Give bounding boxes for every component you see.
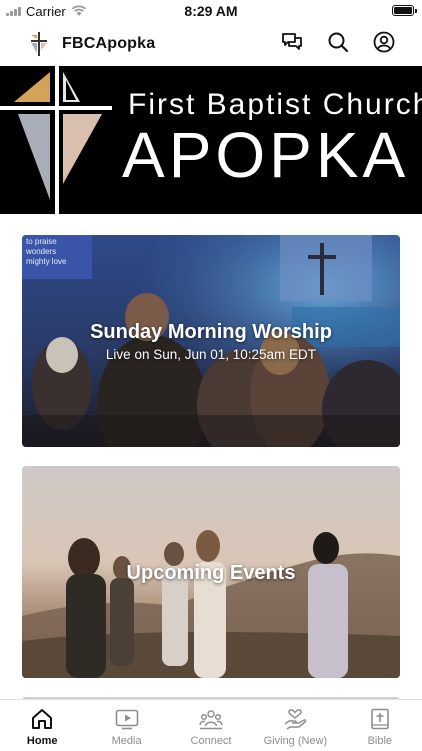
app-title: FBCApopka <box>62 35 156 52</box>
chat-button[interactable] <box>280 30 304 54</box>
tab-bar: Home Media Connect Giving (New) Bible <box>0 699 422 751</box>
banner-church-name: First Baptist Church <box>128 88 422 121</box>
worship-screen-text: to praise wonders mighty love <box>26 237 67 266</box>
search-icon <box>328 32 349 53</box>
events-card-text: Upcoming Events <box>22 562 400 585</box>
tab-connect[interactable]: Connect <box>169 700 253 751</box>
church-logo-icon[interactable] <box>28 31 50 57</box>
home-icon <box>32 709 53 729</box>
bible-icon <box>371 708 389 730</box>
tab-media-label: Media <box>111 735 142 747</box>
chat-icon <box>282 33 302 50</box>
tab-home[interactable]: Home <box>0 700 84 751</box>
app-header: FBCApopka <box>0 22 422 66</box>
tab-giving-label: Giving (New) <box>263 735 328 747</box>
profile-icon <box>373 31 395 53</box>
church-cross-logo-icon <box>0 66 112 214</box>
status-bar: Carrier 8:29 AM <box>0 0 422 22</box>
tab-media[interactable]: Media <box>84 700 168 751</box>
battery-icon <box>392 5 417 16</box>
tab-home-label: Home <box>26 735 58 747</box>
sunday-worship-card[interactable]: to praise wonders mighty love Sunday Mor… <box>22 235 400 447</box>
status-time: 8:29 AM <box>184 3 238 19</box>
events-card-title: Upcoming Events <box>126 562 296 584</box>
worship-card-subtitle: Live on Sun, Jun 01, 10:25am EDT <box>105 347 317 362</box>
banner-city-name: APOPKA <box>122 119 410 191</box>
worship-card-text: Sunday Morning Worship Live on Sun, Jun … <box>22 321 400 362</box>
profile-button[interactable] <box>372 30 396 54</box>
tab-connect-label: Connect <box>190 735 232 747</box>
tab-bible[interactable]: Bible <box>338 700 422 751</box>
tab-giving[interactable]: Giving (New) <box>253 700 337 751</box>
church-banner: First Baptist Church APOPKA <box>0 66 422 214</box>
header-actions <box>280 30 396 54</box>
upcoming-events-card[interactable]: Upcoming Events <box>22 466 400 678</box>
worship-card-title: Sunday Morning Worship <box>90 321 332 343</box>
tab-bible-label: Bible <box>367 735 393 747</box>
media-icon <box>115 709 138 730</box>
giving-icon <box>284 709 307 730</box>
connect-icon <box>199 710 223 730</box>
search-button[interactable] <box>326 30 350 54</box>
